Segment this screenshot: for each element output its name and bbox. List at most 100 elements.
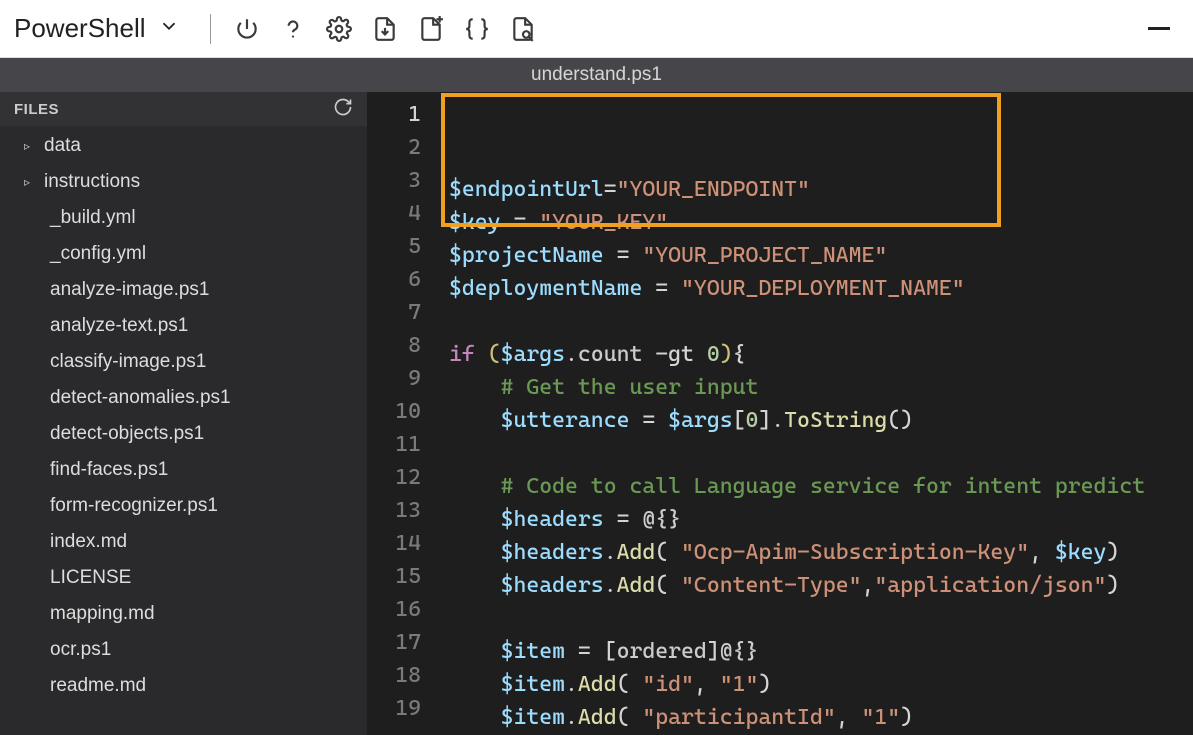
token-var: $args bbox=[668, 408, 732, 433]
token-op: = bbox=[617, 243, 630, 268]
editor-tab[interactable]: understand.ps1 bbox=[0, 58, 1193, 92]
token-plain bbox=[449, 375, 501, 400]
code-line[interactable]: $headers.Add( "Content-Type","applicatio… bbox=[439, 569, 1193, 602]
file-item[interactable]: classify-image.ps1 bbox=[0, 344, 367, 380]
token-var: $headers bbox=[501, 507, 604, 532]
token-plain bbox=[475, 342, 488, 367]
token-paren: ( bbox=[617, 705, 643, 730]
code-line[interactable]: $headers = @{} bbox=[439, 503, 1193, 536]
token-str: "YOUR_ENDPOINT" bbox=[617, 177, 810, 202]
code-line[interactable]: if ($args.count -gt 0){ bbox=[439, 338, 1193, 371]
token-paren: ( bbox=[655, 573, 681, 598]
code-line[interactable]: # Code to call Language service for inte… bbox=[439, 470, 1193, 503]
token-plain bbox=[591, 639, 604, 664]
token-yparen: ( bbox=[488, 342, 501, 367]
line-number: 8 bbox=[367, 329, 439, 362]
download-file-icon[interactable] bbox=[365, 9, 405, 49]
token-prop: . bbox=[565, 705, 578, 730]
file-search-icon[interactable] bbox=[503, 9, 543, 49]
code-line[interactable]: $headers.Add( "Ocp-Apim-Subscription-Key… bbox=[439, 536, 1193, 569]
minimize-icon[interactable] bbox=[1139, 9, 1179, 49]
folder-item[interactable]: ▹data bbox=[0, 128, 367, 164]
help-icon[interactable] bbox=[273, 9, 313, 49]
main-area: FILES ▹data▹instructions_build.yml_confi… bbox=[0, 92, 1193, 735]
token-op: = bbox=[617, 507, 630, 532]
token-var: $headers bbox=[501, 573, 604, 598]
token-at: @{} bbox=[642, 507, 681, 532]
token-paren: , bbox=[694, 672, 720, 697]
folder-label: data bbox=[44, 135, 81, 157]
file-label: analyze-image.ps1 bbox=[50, 279, 209, 301]
token-num: 0 bbox=[707, 342, 720, 367]
file-item[interactable]: mapping.md bbox=[0, 596, 367, 632]
file-label: analyze-text.ps1 bbox=[50, 315, 188, 337]
file-item[interactable]: _config.yml bbox=[0, 236, 367, 272]
code-line[interactable]: $projectName = "YOUR_PROJECT_NAME" bbox=[439, 239, 1193, 272]
code-line[interactable]: $item.Add( "id", "1") bbox=[439, 668, 1193, 701]
line-number: 3 bbox=[367, 164, 439, 197]
token-prop: . bbox=[565, 672, 578, 697]
file-label: ocr.ps1 bbox=[50, 639, 111, 661]
code-line[interactable]: $item = [ordered]@{} bbox=[439, 635, 1193, 668]
language-selector-label[interactable]: PowerShell bbox=[14, 13, 146, 44]
token-plain bbox=[526, 210, 539, 235]
file-item[interactable]: readme.md bbox=[0, 668, 367, 704]
token-paren: () bbox=[887, 408, 913, 433]
code-line[interactable]: $deploymentName = "YOUR_DEPLOYMENT_NAME" bbox=[439, 272, 1193, 305]
token-method: Add bbox=[578, 705, 617, 730]
refresh-icon[interactable] bbox=[333, 97, 353, 121]
line-number: 4 bbox=[367, 197, 439, 230]
token-op: = bbox=[604, 177, 617, 202]
code-line[interactable] bbox=[439, 305, 1193, 338]
line-number: 5 bbox=[367, 230, 439, 263]
code-line[interactable]: $item.Add( "participantId", "1") bbox=[439, 701, 1193, 734]
token-paren: , bbox=[862, 573, 875, 598]
code-editor[interactable]: 12345678910111213141516171819 $endpointU… bbox=[367, 92, 1193, 735]
file-label: detect-anomalies.ps1 bbox=[50, 387, 231, 409]
token-op: = bbox=[655, 276, 668, 301]
code-line[interactable]: $endpointUrl="YOUR_ENDPOINT" bbox=[439, 173, 1193, 206]
line-number: 2 bbox=[367, 131, 439, 164]
code-line[interactable]: # Get the user input bbox=[439, 371, 1193, 404]
token-paren: ] bbox=[758, 408, 771, 433]
line-number: 9 bbox=[367, 362, 439, 395]
new-file-icon[interactable] bbox=[411, 9, 451, 49]
file-item[interactable]: LICENSE bbox=[0, 560, 367, 596]
file-item[interactable]: analyze-text.ps1 bbox=[0, 308, 367, 344]
braces-icon[interactable] bbox=[457, 9, 497, 49]
file-item[interactable]: detect-anomalies.ps1 bbox=[0, 380, 367, 416]
token-str: "participantId" bbox=[642, 705, 835, 730]
file-item[interactable]: index.md bbox=[0, 524, 367, 560]
line-gutter: 12345678910111213141516171819 bbox=[367, 92, 439, 735]
token-paren: ) bbox=[1106, 573, 1119, 598]
token-var: $key bbox=[449, 210, 501, 235]
folder-item[interactable]: ▹instructions bbox=[0, 164, 367, 200]
file-item[interactable]: _build.yml bbox=[0, 200, 367, 236]
file-item[interactable]: ocr.ps1 bbox=[0, 632, 367, 668]
files-header: FILES bbox=[0, 92, 367, 126]
power-icon[interactable] bbox=[227, 9, 267, 49]
folder-label: instructions bbox=[44, 171, 140, 193]
token-paren: ) bbox=[758, 672, 771, 697]
file-item[interactable]: detect-objects.ps1 bbox=[0, 416, 367, 452]
code-line[interactable]: $key = "YOUR_KEY" bbox=[439, 206, 1193, 239]
token-op: = bbox=[578, 639, 591, 664]
code-area[interactable]: $endpointUrl="YOUR_ENDPOINT"$key = "YOUR… bbox=[439, 92, 1193, 735]
chevron-down-icon[interactable] bbox=[158, 15, 180, 42]
token-plain bbox=[655, 408, 668, 433]
line-number: 1 bbox=[367, 98, 439, 131]
token-comment: # Code to call Language service for inte… bbox=[501, 474, 1146, 499]
code-line[interactable] bbox=[439, 602, 1193, 635]
token-op: = bbox=[513, 210, 526, 235]
file-item[interactable]: find-faces.ps1 bbox=[0, 452, 367, 488]
code-line[interactable]: $utterance = $args[0].ToString() bbox=[439, 404, 1193, 437]
token-var: $deploymentName bbox=[449, 276, 642, 301]
token-op: = bbox=[642, 408, 655, 433]
gear-icon[interactable] bbox=[319, 9, 359, 49]
file-item[interactable]: form-recognizer.ps1 bbox=[0, 488, 367, 524]
code-line[interactable] bbox=[439, 437, 1193, 470]
line-number: 14 bbox=[367, 527, 439, 560]
token-plain bbox=[501, 210, 514, 235]
file-item[interactable]: analyze-image.ps1 bbox=[0, 272, 367, 308]
file-label: form-recognizer.ps1 bbox=[50, 495, 218, 517]
